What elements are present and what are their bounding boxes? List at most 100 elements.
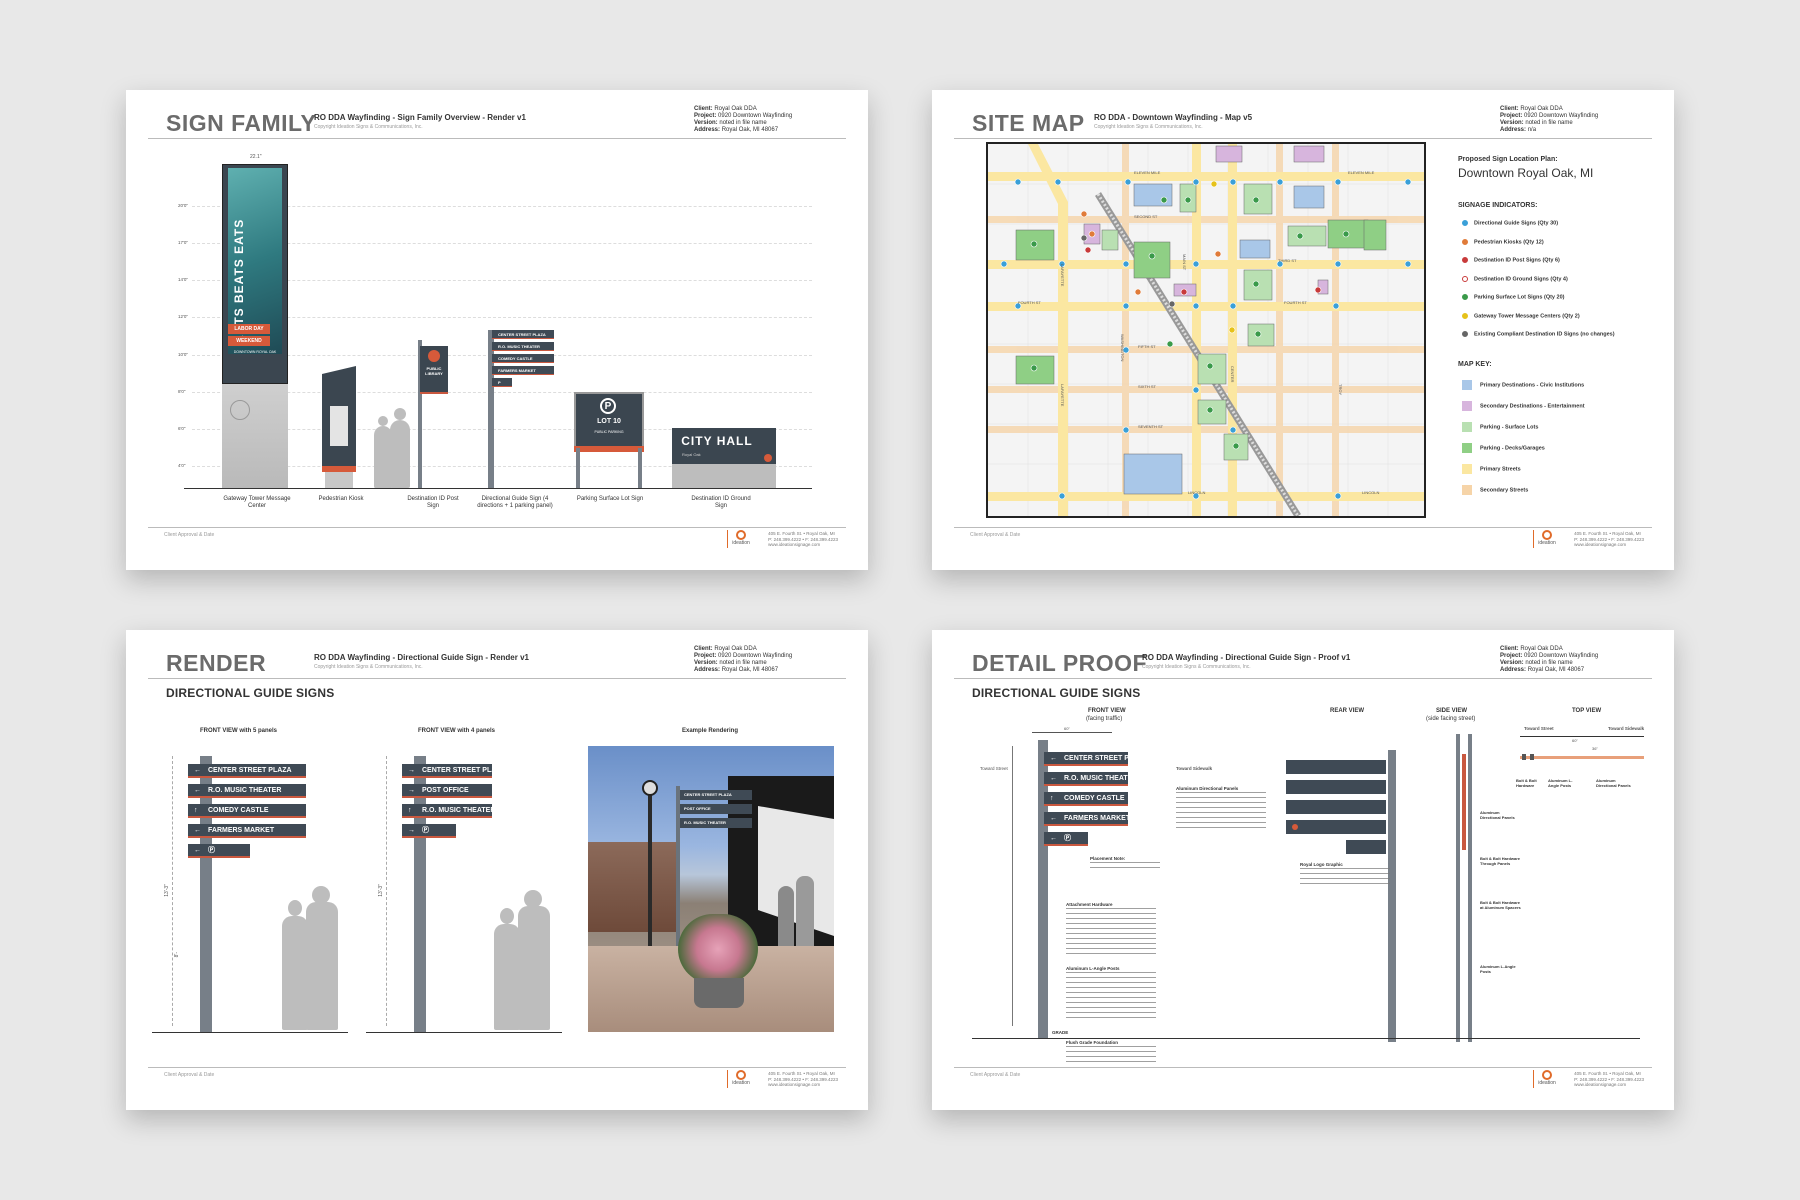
library-text: PUBLIC LIBRARY	[425, 366, 443, 376]
height-label: 14'0"	[178, 277, 188, 283]
sign-location-marker[interactable]	[1404, 260, 1412, 268]
arrow-icon: ↑	[1050, 795, 1054, 802]
sign-location-marker[interactable]	[1229, 426, 1237, 434]
directional-panel: ↑ R.O. MUSIC THEATER	[402, 804, 495, 818]
sign-location-marker[interactable]	[1180, 288, 1188, 296]
sign-location-marker[interactable]	[1160, 196, 1168, 204]
sign-location-marker[interactable]	[1122, 426, 1130, 434]
map-key-item: Parking - Decks/Garages	[1462, 443, 1545, 453]
sign-location-marker[interactable]	[1192, 302, 1200, 310]
sign-location-marker[interactable]	[1088, 230, 1096, 238]
sign-location-marker[interactable]	[1334, 260, 1342, 268]
indicator-item: Parking Surface Lot Signs (Qty 20)	[1462, 294, 1564, 300]
sign-location-marker[interactable]	[1166, 340, 1174, 348]
sign-location-marker[interactable]	[1058, 492, 1066, 500]
panel-label: CENTER STREET PLAZA	[208, 767, 292, 774]
arrow-icon: ←	[1050, 755, 1057, 762]
ideation-logo: ideation	[732, 1070, 750, 1086]
sign-location-marker[interactable]	[1206, 406, 1214, 414]
sign-location-marker[interactable]	[1206, 362, 1214, 370]
sign-location-marker[interactable]	[1228, 326, 1236, 334]
sign-location-marker[interactable]	[1252, 196, 1260, 204]
sign-location-marker[interactable]	[1296, 232, 1304, 240]
sign-location-marker[interactable]	[1334, 492, 1342, 500]
sign-location-marker[interactable]	[1148, 252, 1156, 260]
sign-location-marker[interactable]	[1276, 178, 1284, 186]
indicator-item: Pedestrian Kiosks (Qty 12)	[1462, 238, 1544, 245]
map-key-label: Secondary Destinations - Entertainment	[1480, 403, 1585, 410]
sign-location-marker[interactable]	[1030, 364, 1038, 372]
sign-location-marker[interactable]	[1080, 210, 1088, 218]
sign-location-marker[interactable]	[1080, 234, 1088, 242]
sign-location-marker[interactable]	[1229, 178, 1237, 186]
sign-location-marker[interactable]	[1030, 240, 1038, 248]
height-label: 17'0"	[178, 240, 188, 246]
height-label: 8'0"	[178, 388, 186, 394]
sign-location-marker[interactable]	[1192, 260, 1200, 268]
label-ground: Destination ID Ground Sign	[691, 496, 751, 509]
top-note-2: Aluminum L-Angle Posts	[1548, 778, 1573, 788]
sign-location-marker[interactable]	[1124, 178, 1132, 186]
sign-location-marker[interactable]	[1342, 230, 1350, 238]
sign-location-marker[interactable]	[1404, 178, 1412, 186]
library-icon	[428, 350, 440, 362]
sign-location-marker[interactable]	[1314, 286, 1322, 294]
directional-panel: ↑ COMEDY CASTLE	[1044, 792, 1128, 806]
sign-location-marker[interactable]	[1334, 178, 1342, 186]
note-grade: GRADE	[1052, 1030, 1069, 1035]
panel-label: CENTER STREET PLAZA	[1064, 755, 1148, 762]
sign-location-marker[interactable]	[1184, 196, 1192, 204]
city-hall-sub: Royal Oak	[682, 452, 701, 457]
sheet-footer: Client Approval & Date ideation 405 E. F…	[954, 527, 1652, 550]
sign-location-marker[interactable]	[1210, 180, 1218, 188]
sheet-site-map: SITE MAP RO DDA - Downtown Wayfinding - …	[932, 90, 1674, 570]
indicator-item: Existing Compliant Destination ID Signs …	[1462, 331, 1615, 337]
map-key-swatch	[1462, 443, 1472, 453]
sheet-header: DETAIL PROOF RO DDA Wayfinding - Directi…	[954, 644, 1652, 679]
side-note-2: Bolt & Bolt Hardware Through Panels	[1480, 856, 1521, 866]
panel-label: R.O. MUSIC THEATER	[208, 787, 282, 794]
top-view-label: TOP VIEW	[1572, 708, 1602, 714]
doc-name: RO DDA Wayfinding - Directional Guide Si…	[314, 653, 529, 662]
downtown-map[interactable]: ELEVEN MILE ELEVEN MILE SECOND ST THIRD …	[986, 142, 1426, 518]
gateway-tower: ARTS BEATS EATS LABOR DAY WEEKEND DOWNTO…	[222, 164, 288, 488]
height-label: 4'0"	[178, 463, 186, 468]
height-label: 10'0"	[178, 351, 188, 357]
plan-label: Proposed Sign Location Plan:	[1458, 156, 1558, 163]
sign-location-marker[interactable]	[1000, 260, 1008, 268]
sheet-title: SITE MAP	[972, 110, 1085, 136]
map-key-item: Primary Streets	[1462, 464, 1521, 474]
front-view-sub: (facing traffic)	[1086, 716, 1123, 722]
dim-60: 60"	[1064, 726, 1070, 731]
sign-location-marker[interactable]	[1054, 178, 1062, 186]
map-key-swatch	[1462, 380, 1472, 390]
sign-location-marker[interactable]	[1192, 386, 1200, 394]
sign-location-marker[interactable]	[1214, 250, 1222, 258]
project-meta: Client: Royal Oak DDA Project: 0920 Down…	[1500, 646, 1599, 673]
panel-label: FARMERS MARKET	[1064, 815, 1131, 822]
toward-street-left: Toward Street	[980, 766, 1008, 771]
sign-location-marker[interactable]	[1254, 330, 1262, 338]
view-label-4: FRONT VIEW with 4 panels	[418, 728, 496, 734]
sheet-footer: Client Approval & Date ideation 405 E. F…	[148, 1067, 846, 1090]
height-label: 20'0"	[178, 203, 188, 208]
sign-location-marker[interactable]	[1122, 302, 1130, 310]
sign-location-marker[interactable]	[1134, 288, 1142, 296]
map-key-item: Primary Destinations - Civic Institution…	[1462, 380, 1584, 390]
project-meta: Client: Royal Oak DDA Project: 0920 Down…	[694, 106, 793, 133]
sign-location-marker[interactable]	[1122, 260, 1130, 268]
sign-location-marker[interactable]	[1168, 300, 1176, 308]
sign-location-marker[interactable]	[1229, 302, 1237, 310]
directional-panel: ← FARMERS MARKET	[1044, 812, 1131, 826]
indicator-label: Directional Guide Signs (Qty 30)	[1474, 220, 1559, 227]
sign-location-marker[interactable]	[1332, 302, 1340, 310]
doc-name: RO DDA Wayfinding - Sign Family Overview…	[314, 113, 526, 122]
sign-location-marker[interactable]	[1084, 246, 1092, 254]
street-lincoln: LINCOLN	[1188, 490, 1206, 495]
sign-location-marker[interactable]	[1252, 280, 1260, 288]
sign-location-marker[interactable]	[1232, 442, 1240, 450]
sign-location-marker[interactable]	[1192, 178, 1200, 186]
sign-location-marker[interactable]	[1014, 178, 1022, 186]
top-view-drawing: Toward Street Toward Sidewalk 60" 36"	[1516, 726, 1656, 786]
directional-panel: ← CENTER STREET PLAZA	[188, 764, 306, 778]
